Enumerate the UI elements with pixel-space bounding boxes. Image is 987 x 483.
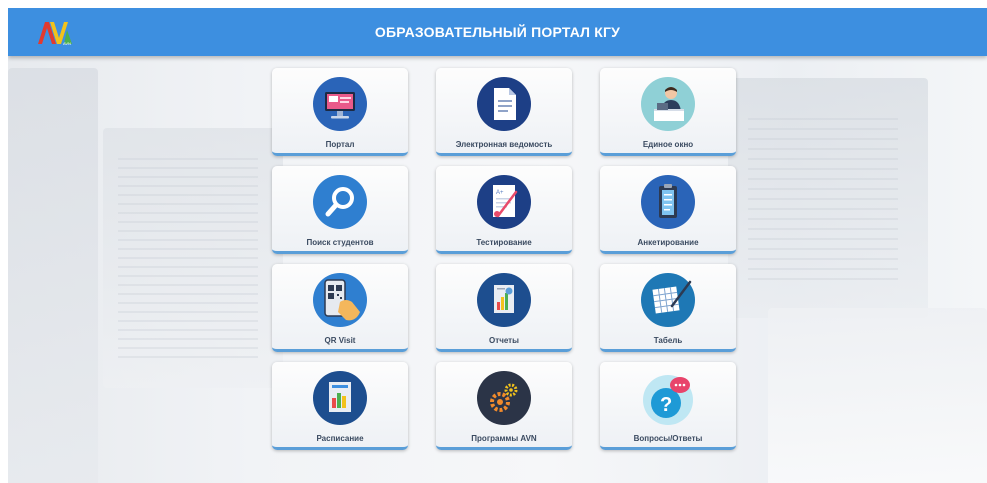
tile-testing[interactable]: A+ Тестирование [436,166,572,254]
page-frame: AVN ОБРАЗОВАТЕЛЬНЫЙ ПОРТАЛ КГУ Портал Эл… [8,8,987,483]
tile-label: Табель [653,336,683,345]
tile-label: Отчеты [489,336,519,345]
qr-phone-icon [313,273,367,327]
tile-schedule[interactable]: Расписание [272,362,408,450]
tile-student-search[interactable]: Поиск студентов [272,166,408,254]
tile-faq[interactable]: ? Вопросы/Ответы [600,362,736,450]
tile-reports[interactable]: Отчеты [436,264,572,352]
tile-label: Расписание [316,434,364,443]
tile-survey[interactable]: Анкетирование [600,166,736,254]
tile-label: Тестирование [476,238,532,247]
test-sheet-icon: A+ [477,175,531,229]
tile-label: Вопросы/Ответы [633,434,703,443]
monitor-icon [313,77,367,131]
tile-label: Электронная ведомость [455,140,553,149]
background-decor [118,158,258,358]
report-icon [477,273,531,327]
background-decor [8,68,98,483]
document-icon [477,77,531,131]
question-chat-icon: ? [643,375,693,425]
tile-label: Поиск студентов [306,238,374,247]
search-icon [313,175,367,229]
avn-logo-icon[interactable]: AVN [36,20,74,46]
spreadsheet-pen-icon [641,273,695,327]
background-decor [748,118,898,288]
tile-timesheet[interactable]: Табель [600,264,736,352]
tile-label: Программы AVN [471,434,537,443]
header-bar: AVN ОБРАЗОВАТЕЛЬНЫЙ ПОРТАЛ КГУ [8,8,987,56]
svg-text:?: ? [660,394,672,416]
tile-qr-visit[interactable]: QR Visit [272,264,408,352]
gears-icon [477,371,531,425]
tile-label: Анкетирование [637,238,699,247]
clerk-desk-icon [641,77,695,131]
clipboard-icon [641,175,695,229]
tile-electronic-gradebook[interactable]: Электронная ведомость [436,68,572,156]
tile-portal[interactable]: Портал [272,68,408,156]
schedule-icon [313,371,367,425]
tile-label: Портал [325,140,355,149]
tile-single-window[interactable]: Единое окно [600,68,736,156]
tile-label: Единое окно [642,140,694,149]
page-title: ОБРАЗОВАТЕЛЬНЫЙ ПОРТАЛ КГУ [374,24,621,40]
logo-text: AVN [63,41,71,46]
svg-text:A+: A+ [496,190,504,196]
background-decor [768,308,987,483]
tile-label: QR Visit [324,336,356,345]
tile-avn-programs[interactable]: Программы AVN [436,362,572,450]
